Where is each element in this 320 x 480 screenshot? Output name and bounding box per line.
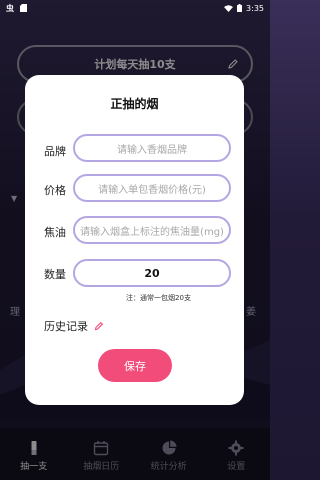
history-label: 历史记录 [44, 320, 88, 333]
price-placeholder: 请输入单包香烟价格(元) [98, 184, 206, 196]
price-input[interactable]: 请输入单包香烟价格(元) [73, 174, 231, 202]
cigarette-dialog: 正抽的烟 品牌 请输入香烟品牌 价格 请输入单包香烟价格(元) 焦油 请输入烟盒… [25, 75, 244, 405]
quantity-value: 20 [144, 266, 160, 280]
save-button[interactable]: 保存 [98, 349, 172, 382]
quantity-hint: 注：通常一包烟20支 [126, 294, 191, 302]
price-label: 价格 [44, 184, 66, 197]
tar-input[interactable]: 请输入烟盒上标注的焦油量(mg) [73, 216, 231, 244]
app-notification-icon: 虫 [6, 3, 14, 13]
dialog-title: 正抽的烟 [110, 97, 159, 111]
status-bar: 虫 3:35 [0, 0, 270, 16]
brand-input[interactable]: 请输入香烟品牌 [73, 134, 231, 162]
brand-placeholder: 请输入香烟品牌 [117, 144, 187, 156]
sd-card-icon [20, 4, 27, 12]
tar-label: 焦油 [44, 226, 66, 239]
wifi-icon [224, 4, 234, 12]
quantity-input[interactable]: 20 [73, 259, 231, 287]
battery-icon [237, 4, 243, 12]
tar-placeholder: 请输入烟盒上标注的焦油量(mg) [80, 226, 224, 238]
status-time: 3:35 [246, 3, 264, 13]
pencil-icon[interactable] [94, 321, 104, 331]
history-record[interactable]: 历史记录 [44, 318, 104, 334]
quantity-label: 数量 [44, 268, 66, 281]
brand-label: 品牌 [44, 145, 66, 158]
